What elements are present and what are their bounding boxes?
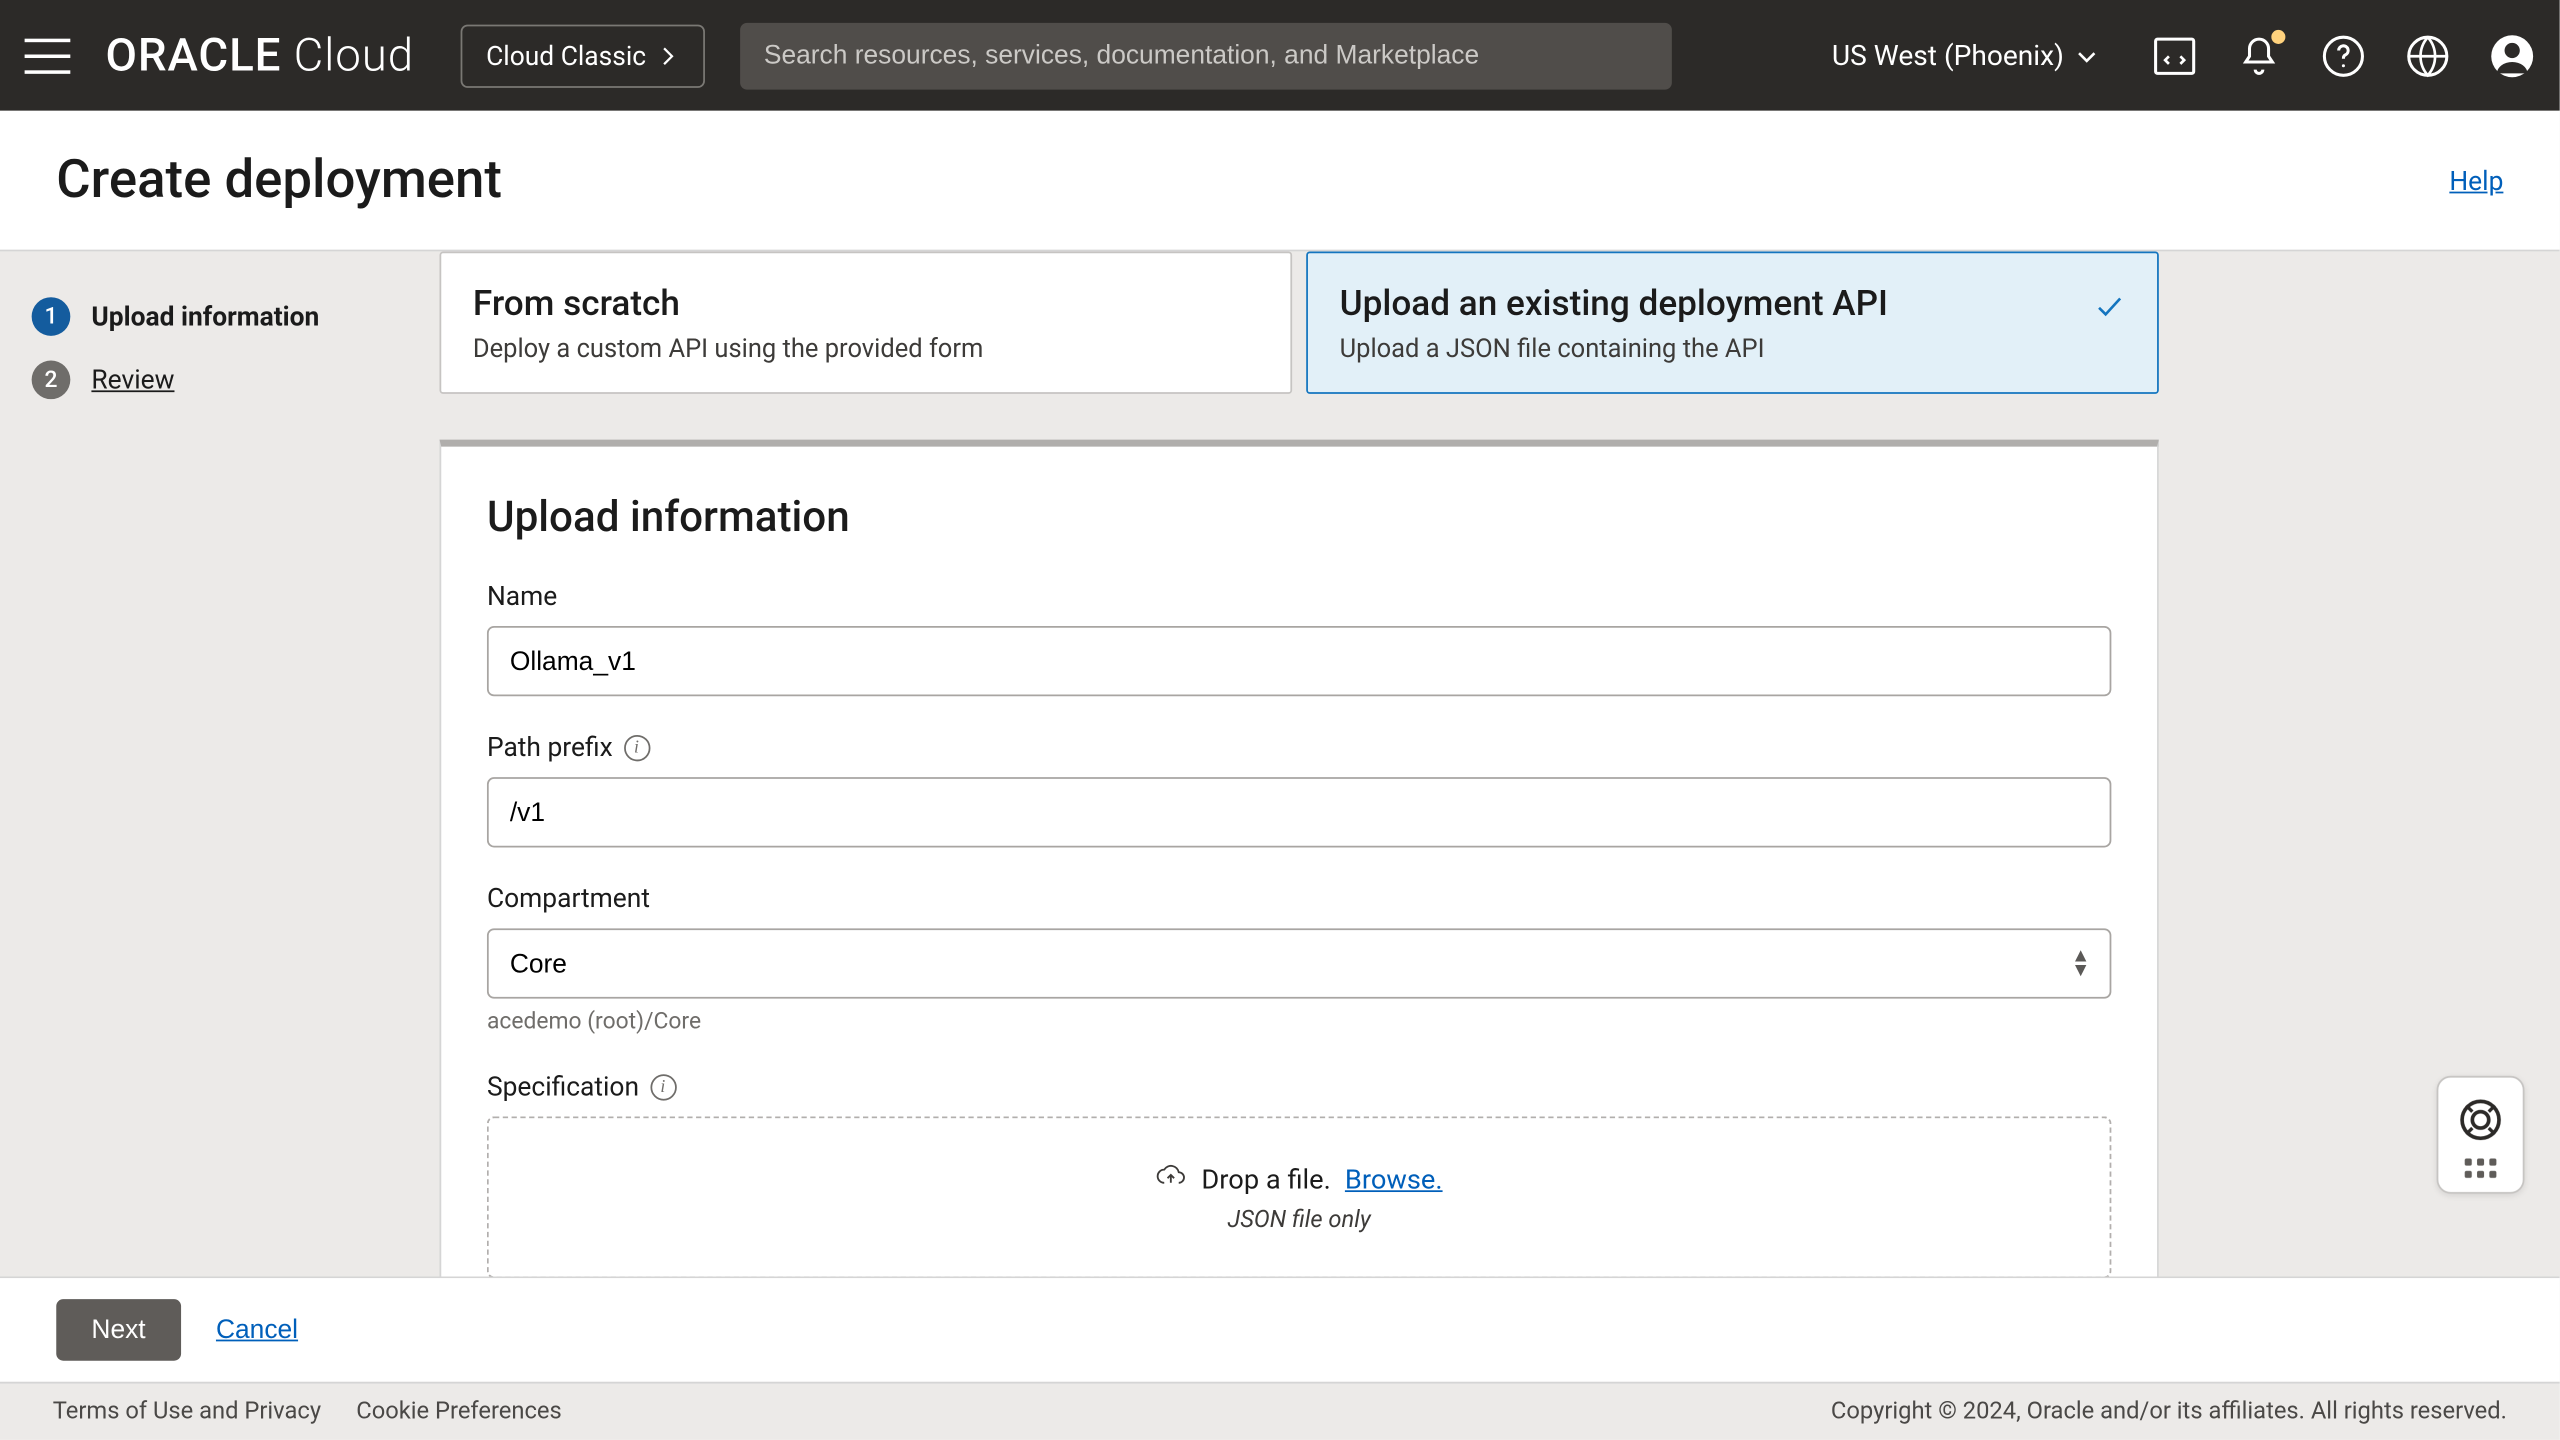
info-icon[interactable]: i (623, 734, 649, 760)
dev-tools-icon[interactable] (2152, 33, 2198, 79)
choice-from-scratch[interactable]: From scratch Deploy a custom API using t… (440, 251, 1293, 393)
drop-text: Drop a file. (1201, 1164, 1330, 1196)
copyright-text: Copyright © 2024, Oracle and/or its affi… (1831, 1398, 2507, 1426)
path-prefix-label: Path prefixi (487, 731, 2111, 763)
check-icon (2094, 292, 2126, 331)
card-heading: Upload information (487, 492, 2111, 541)
choice-title: From scratch (473, 281, 1259, 323)
cookie-preferences-link[interactable]: Cookie Preferences (356, 1398, 562, 1426)
path-prefix-input[interactable] (487, 777, 2111, 847)
name-label: Name (487, 580, 2111, 612)
notifications-icon[interactable] (2236, 33, 2282, 79)
life-ring-icon (2456, 1095, 2505, 1144)
choice-title: Upload an existing deployment API (1340, 281, 2126, 323)
choice-upload-existing[interactable]: Upload an existing deployment API Upload… (1306, 251, 2159, 393)
info-icon[interactable]: i (650, 1073, 676, 1099)
choice-subtitle: Deploy a custom API using the provided f… (473, 334, 1259, 364)
language-icon[interactable] (2405, 33, 2451, 79)
choice-subtitle: Upload a JSON file containing the API (1340, 334, 2126, 364)
help-icon[interactable] (2321, 33, 2367, 79)
help-link[interactable]: Help (2449, 164, 2503, 196)
browse-link[interactable]: Browse. (1345, 1164, 1443, 1196)
cloud-classic-button[interactable]: Cloud Classic (460, 24, 704, 87)
step-label: Review (91, 364, 174, 396)
step-number: 1 (32, 297, 71, 336)
hamburger-menu-icon[interactable] (25, 38, 71, 73)
search-input[interactable] (739, 22, 1671, 89)
name-input[interactable] (487, 626, 2111, 696)
chevron-down-icon (2074, 43, 2099, 68)
region-selector[interactable]: US West (Phoenix) (1832, 39, 2099, 72)
step-upload-information: 1 Upload information (32, 297, 408, 336)
step-review[interactable]: 2 Review (32, 360, 408, 399)
file-drop-zone[interactable]: Drop a file. Browse. JSON file only (487, 1116, 2111, 1276)
drag-grip-icon (2465, 1159, 2497, 1178)
chevron-right-icon (657, 45, 678, 66)
terms-link[interactable]: Terms of Use and Privacy (53, 1398, 321, 1426)
compartment-select[interactable] (487, 928, 2111, 998)
upload-information-card: Upload information Name Path prefixi Com… (440, 440, 2159, 1277)
next-button[interactable]: Next (56, 1299, 181, 1361)
cancel-button[interactable]: Cancel (216, 1315, 298, 1345)
specification-label: Specificationi (487, 1071, 2111, 1103)
step-number: 2 (32, 360, 71, 399)
page-title: Create deployment (56, 149, 2449, 211)
profile-icon[interactable] (2489, 33, 2535, 79)
brand-logo: ORACLE Cloud (105, 29, 414, 82)
compartment-label: Compartment (487, 883, 2111, 915)
cloud-upload-icon (1156, 1160, 1188, 1199)
drop-sub: JSON file only (1228, 1206, 1371, 1234)
step-label: Upload information (91, 301, 319, 333)
compartment-hint: acedemo (root)/Core (487, 1009, 2111, 1035)
notification-badge (2271, 29, 2285, 43)
support-widget[interactable] (2437, 1076, 2525, 1194)
